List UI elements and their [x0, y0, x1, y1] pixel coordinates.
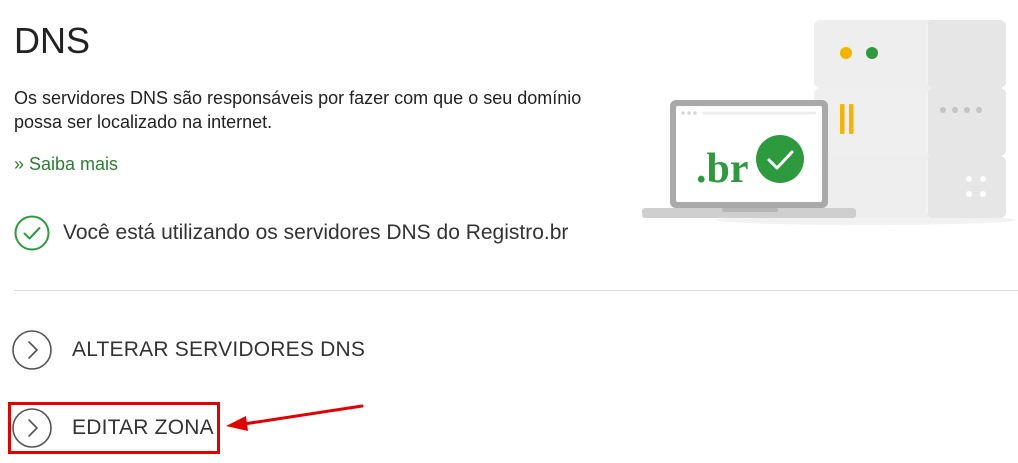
- section-divider: [14, 290, 1018, 291]
- learn-more-link[interactable]: » Saiba mais: [14, 152, 118, 176]
- change-dns-servers-label: ALTERAR SERVIDORES DNS: [72, 338, 366, 361]
- annotation-arrow-icon: [226, 404, 364, 431]
- check-circle-icon: [14, 215, 50, 251]
- dns-description: Os servidores DNS são responsáveis por f…: [14, 88, 582, 132]
- server-stack-icon: [814, 20, 1006, 218]
- status-text: Você está utilizando os servidores DNS d…: [63, 221, 569, 244]
- change-dns-servers-button[interactable]: ALTERAR SERVIDORES DNS: [12, 329, 365, 371]
- edit-zone-highlight-box: [8, 402, 220, 454]
- dns-page: DNS Os servidores DNS são responsáveis p…: [0, 0, 1018, 463]
- page-title: DNS: [14, 20, 91, 61]
- dns-illustration: .br: [642, 20, 1016, 225]
- dns-status: Você está utilizando os servidores DNS d…: [14, 214, 568, 252]
- laptop-icon: .br: [642, 100, 856, 218]
- registro-br-logo: .br: [696, 146, 749, 192]
- chevron-right-circle-icon: [12, 330, 52, 370]
